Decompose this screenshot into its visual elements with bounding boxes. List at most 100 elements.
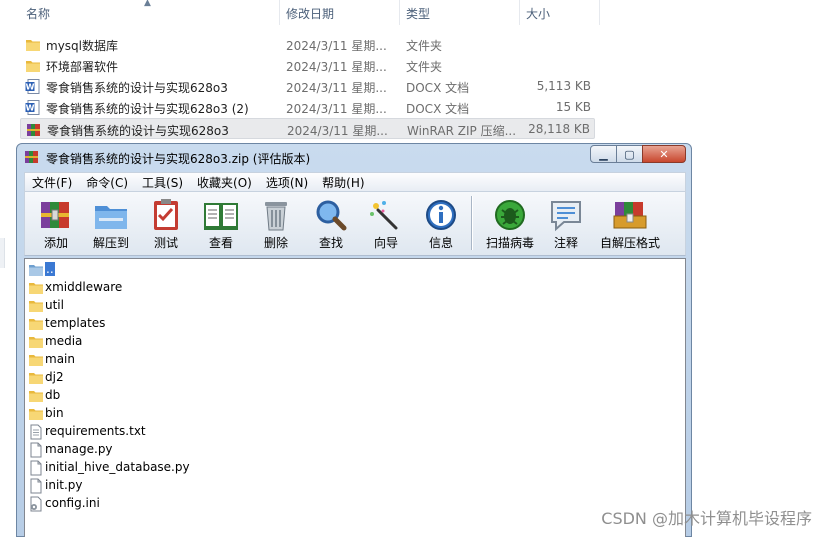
file-name: 零食销售系统的设计与实现628o3 <box>46 81 228 95</box>
info-button[interactable]: 信息 <box>414 196 468 252</box>
file-type: DOCX 文档 <box>406 102 470 116</box>
virus-scan-icon <box>495 200 525 230</box>
close-button[interactable]: ✕ <box>642 145 686 163</box>
menu-favorites[interactable]: 收藏夹(O) <box>190 174 259 191</box>
list-item-name: bin <box>45 406 64 420</box>
svg-text:W: W <box>26 83 35 92</box>
file-type: 文件夹 <box>406 39 443 53</box>
folder-icon <box>29 373 43 384</box>
file-row-zip[interactable]: 零食销售系统的设计与实现628o3 2024/3/11 星期... WinRAR… <box>20 118 595 139</box>
title-bar[interactable]: 零食销售系统的设计与实现628o3.zip (评估版本) ▁ ▢ ✕ <box>17 144 691 171</box>
list-item-name: manage.py <box>45 442 113 456</box>
list-item-name: dj2 <box>45 370 64 384</box>
magnifier-icon <box>316 200 347 231</box>
word-doc-icon: W <box>25 79 40 94</box>
add-books-icon <box>41 202 69 228</box>
menu-help[interactable]: 帮助(H) <box>315 174 371 191</box>
test-button[interactable]: 测试 <box>139 196 193 252</box>
list-item-name: db <box>45 388 61 402</box>
minimize-button[interactable]: ▁ <box>590 145 617 163</box>
file-row-env[interactable]: 环境部署软件 2024/3/11 星期... 文件夹 <box>20 55 595 76</box>
virus-scan-button[interactable]: 扫描病毒 <box>483 196 537 252</box>
menu-commands[interactable]: 命令(C) <box>79 174 135 191</box>
svg-text:W: W <box>26 104 35 113</box>
file-name: 环境部署软件 <box>46 60 119 74</box>
file-row-docx-2[interactable]: W 零食销售系统的设计与实现628o3 (2) 2024/3/11 星期... … <box>20 97 595 118</box>
view-button[interactable]: 查看 <box>194 196 248 252</box>
file-date: 2024/3/11 星期... <box>286 81 387 95</box>
file-date: 2024/3/11 星期... <box>286 39 387 53</box>
column-type[interactable]: 类型 <box>400 0 520 25</box>
file-icon <box>30 478 42 494</box>
sfx-button[interactable]: 自解压格式 <box>600 196 660 252</box>
file-icon <box>30 460 42 476</box>
add-button[interactable]: 添加 <box>29 196 83 252</box>
folder-icon <box>29 301 43 312</box>
info-icon <box>426 200 456 230</box>
winrar-window: 零食销售系统的设计与实现628o3.zip (评估版本) ▁ ▢ ✕ 文件(F)… <box>16 143 692 537</box>
extract-to-button[interactable]: 解压到 <box>84 196 138 252</box>
folder-icon <box>29 409 43 420</box>
archive-file-list[interactable]: .. xmiddleware util templates media main… <box>24 258 686 537</box>
list-item-name: templates <box>45 316 106 330</box>
list-item-name: init.py <box>45 478 83 492</box>
word-doc-icon: W <box>25 100 40 115</box>
find-button[interactable]: 查找 <box>304 196 358 252</box>
sort-up-icon: ▲ <box>144 0 151 8</box>
text-file-icon <box>30 424 42 440</box>
sfx-label: 自解压格式 <box>599 236 660 250</box>
window-controls: ▁ ▢ ✕ <box>590 145 686 163</box>
test-clipboard-icon <box>154 199 178 230</box>
file-size: 28,118 KB <box>528 122 590 136</box>
comment-icon <box>551 201 581 232</box>
list-item-name: requirements.txt <box>45 424 146 438</box>
parent-folder-icon <box>29 265 43 276</box>
comment-button[interactable]: 注释 <box>539 196 593 252</box>
file-date: 2024/3/11 星期... <box>286 102 387 116</box>
toolbar-separator <box>471 196 473 250</box>
column-date-label: 修改日期 <box>286 7 335 21</box>
file-type: DOCX 文档 <box>406 81 470 95</box>
list-item-name: util <box>45 298 64 312</box>
menu-file[interactable]: 文件(F) <box>25 174 79 191</box>
column-type-label: 类型 <box>406 7 431 21</box>
winrar-archive-icon <box>27 124 40 136</box>
column-date[interactable]: 修改日期 <box>280 0 400 25</box>
file-name: 零食销售系统的设计与实现628o3 (2) <box>46 102 249 116</box>
file-type: 文件夹 <box>406 60 443 74</box>
sfx-box-icon <box>613 202 647 229</box>
file-name: mysql数据库 <box>46 39 118 53</box>
file-row-mysql[interactable]: mysql数据库 2024/3/11 星期... 文件夹 <box>20 34 595 55</box>
file-icon <box>30 442 42 458</box>
column-name-label: 名称 <box>26 7 51 21</box>
watermark: CSDN @加木计算机毕设程序 <box>601 509 812 528</box>
delete-button[interactable]: 删除 <box>249 196 303 252</box>
maximize-button[interactable]: ▢ <box>616 145 643 163</box>
folder-icon <box>29 283 43 294</box>
file-date: 2024/3/11 星期... <box>287 124 388 138</box>
config-file-icon <box>30 496 42 512</box>
folder-icon <box>26 40 40 51</box>
info-label: 信息 <box>428 236 453 250</box>
folder-icon <box>29 355 43 366</box>
menu-options[interactable]: 选项(N) <box>259 174 315 191</box>
list-item-name: main <box>45 352 75 366</box>
menu-tools[interactable]: 工具(S) <box>135 174 190 191</box>
navigation-pane-edge <box>0 238 5 268</box>
folder-icon <box>29 319 43 330</box>
list-item-name: media <box>45 334 83 348</box>
file-name: 零食销售系统的设计与实现628o3 <box>47 124 229 138</box>
extract-folder-icon <box>95 206 127 229</box>
list-item-name: xmiddleware <box>45 280 123 294</box>
wizard-button[interactable]: 向导 <box>359 196 413 252</box>
list-item-name: .. <box>45 262 55 276</box>
folder-icon <box>29 391 43 402</box>
column-size[interactable]: 大小 <box>520 0 600 25</box>
wizard-wand-icon <box>370 201 398 230</box>
file-date: 2024/3/11 星期... <box>286 60 387 74</box>
minimize-icon: ▁ <box>599 147 608 161</box>
list-item-name: config.ini <box>45 496 100 510</box>
column-header: 名称 ▲ 修改日期 类型 大小 <box>0 0 600 25</box>
file-row-docx-1[interactable]: W 零食销售系统的设计与实现628o3 2024/3/11 星期... DOCX… <box>20 76 595 97</box>
file-type: WinRAR ZIP 压缩... <box>407 124 517 138</box>
